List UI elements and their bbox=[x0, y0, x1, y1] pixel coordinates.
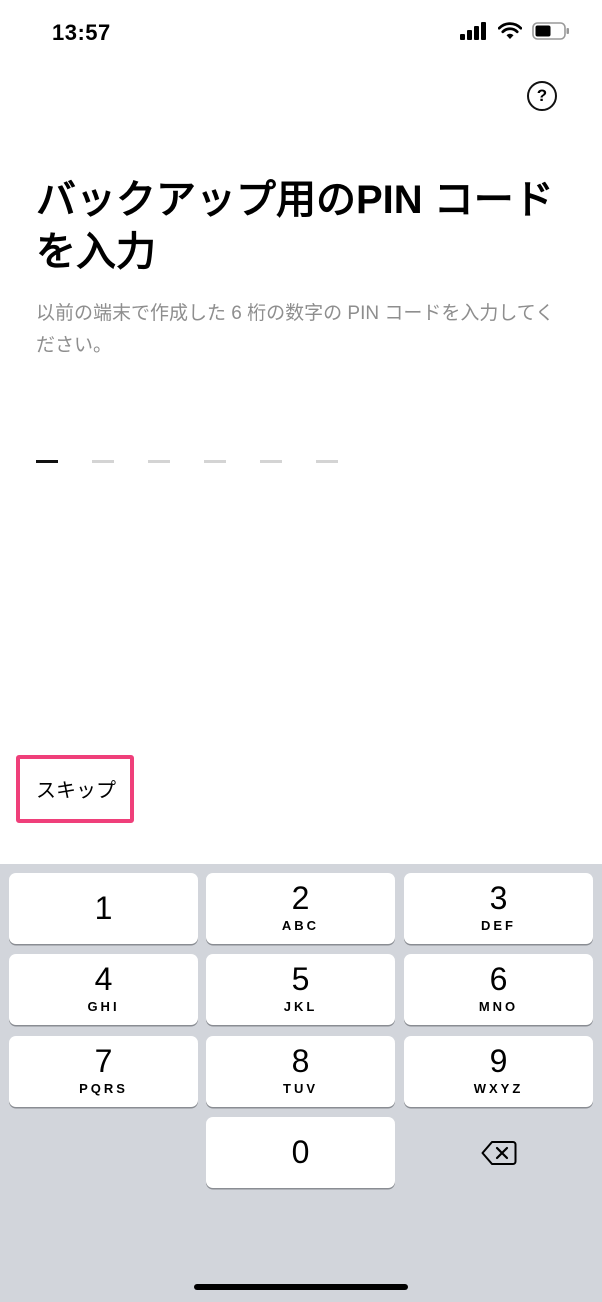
title-line-2: を入力 bbox=[36, 230, 156, 274]
key-0[interactable]: 0 bbox=[206, 1117, 395, 1188]
key-6[interactable]: 6 MNO bbox=[404, 954, 593, 1025]
key-letters: DEF bbox=[481, 918, 516, 933]
key-3[interactable]: 3 DEF bbox=[404, 873, 593, 944]
key-1[interactable]: 1 bbox=[9, 873, 198, 944]
status-bar: 13:57 bbox=[0, 0, 602, 66]
key-2[interactable]: 2 ABC bbox=[206, 873, 395, 944]
key-number: 8 bbox=[291, 1043, 310, 1079]
key-number: 3 bbox=[489, 880, 508, 916]
key-letters: GHI bbox=[87, 999, 120, 1014]
pin-digit-slot bbox=[92, 460, 114, 463]
status-time: 13:57 bbox=[52, 20, 111, 45]
pin-digit-slot bbox=[316, 460, 338, 463]
status-icons bbox=[460, 22, 570, 40]
key-7[interactable]: 7 PQRS bbox=[9, 1036, 198, 1107]
key-number: 1 bbox=[94, 890, 113, 926]
page-title: バックアップ用のPIN コード を入力 bbox=[36, 174, 576, 278]
key-4[interactable]: 4 GHI bbox=[9, 954, 198, 1025]
backspace-button[interactable] bbox=[404, 1117, 593, 1188]
pin-digit-slot bbox=[260, 460, 282, 463]
pin-input[interactable] bbox=[36, 460, 338, 463]
key-number: 5 bbox=[291, 961, 310, 997]
key-8[interactable]: 8 TUV bbox=[206, 1036, 395, 1107]
delete-icon bbox=[481, 1140, 516, 1165]
page-description: 以前の端末で作成した 6 桁の数字の PIN コードを入力してください。 bbox=[36, 303, 555, 356]
key-letters: MNO bbox=[478, 999, 519, 1014]
key-number: 0 bbox=[291, 1134, 310, 1170]
key-number: 4 bbox=[94, 961, 113, 997]
help-button[interactable]: ? bbox=[527, 81, 557, 111]
key-number: 7 bbox=[94, 1043, 113, 1079]
key-letters: TUV bbox=[283, 1081, 318, 1096]
title-line-1: バックアップ用のPIN コード bbox=[36, 178, 554, 222]
help-icon: ? bbox=[536, 86, 548, 105]
pin-digit-slot bbox=[148, 460, 170, 463]
key-9[interactable]: 9 WXYZ bbox=[404, 1036, 593, 1107]
key-letters: WXYZ bbox=[473, 1081, 524, 1096]
key-number: 6 bbox=[489, 961, 508, 997]
key-letters: ABC bbox=[281, 918, 320, 933]
wifi-icon bbox=[498, 22, 522, 39]
key-number: 2 bbox=[291, 880, 310, 916]
key-number: 9 bbox=[489, 1043, 508, 1079]
battery-icon bbox=[532, 22, 569, 40]
numeric-keypad: 1 2 ABC 3 DEF 4 GHI 5 JKL 6 MNO 7 PQRS 8… bbox=[0, 864, 602, 1302]
key-letters: PQRS bbox=[79, 1081, 128, 1096]
key-letters: JKL bbox=[283, 999, 318, 1014]
key-5[interactable]: 5 JKL bbox=[206, 954, 395, 1025]
pin-digit-slot bbox=[204, 460, 226, 463]
pin-digit-slot bbox=[36, 460, 58, 463]
home-indicator[interactable] bbox=[194, 1284, 408, 1290]
cellular-signal-icon bbox=[460, 22, 486, 40]
skip-button[interactable]: スキップ bbox=[36, 774, 116, 803]
